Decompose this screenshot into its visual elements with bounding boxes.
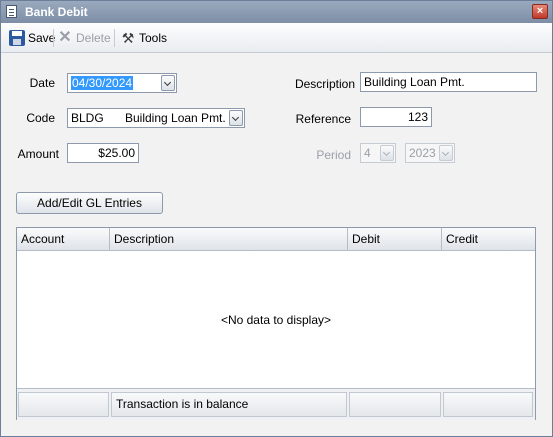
footer-status: Transaction is in balance [111, 392, 347, 417]
tools-label: Tools [139, 31, 168, 45]
column-header-credit[interactable]: Credit [442, 228, 535, 250]
period-label: Period [316, 148, 351, 162]
toolbar-separator [53, 29, 54, 47]
amount-label: Amount [17, 147, 59, 161]
column-header-debit[interactable]: Debit [348, 228, 442, 250]
chevron-down-icon[interactable] [229, 110, 243, 126]
save-button[interactable]: Save [9, 29, 55, 47]
period-month-select[interactable]: 4 [360, 143, 396, 163]
column-header-account[interactable]: Account [17, 228, 110, 250]
save-icon [9, 30, 25, 46]
code-value: BLDG [71, 111, 104, 125]
delete-label: Delete [76, 31, 111, 45]
save-label: Save [28, 31, 56, 45]
tools-icon: ⚒ [121, 30, 135, 46]
period-month-value: 4 [364, 146, 371, 160]
description-field[interactable]: Building Loan Pmt. [360, 72, 537, 92]
code-select[interactable]: BLDG Building Loan Pmt. [67, 108, 245, 128]
column-header-description[interactable]: Description [110, 228, 348, 250]
grid-header: Account Description Debit Credit [17, 228, 535, 251]
add-edit-gl-entries-button[interactable]: Add/Edit GL Entries [16, 192, 163, 214]
gl-entries-grid: Account Description Debit Credit <No dat… [16, 227, 536, 420]
date-field[interactable]: 04/30/2024 [67, 73, 177, 93]
date-value: 04/30/2024 [71, 76, 134, 90]
period-year-select[interactable]: 2023 [405, 143, 455, 163]
document-icon [6, 5, 17, 18]
bank-debit-window: Bank Debit × Save ✕ Delete ⚒ Tools Date … [0, 0, 553, 437]
toolbar-separator [114, 29, 115, 47]
window-title: Bank Debit [25, 5, 88, 19]
reference-label: Reference [295, 112, 351, 126]
chevron-down-icon[interactable] [380, 145, 394, 161]
footer-cell-debit [349, 392, 441, 417]
delete-icon: ✕ [58, 29, 72, 46]
description-label: Description [294, 77, 355, 91]
code-description: Building Loan Pmt. [125, 111, 226, 125]
tools-button[interactable]: ⚒ Tools [120, 29, 167, 47]
period-year-value: 2023 [409, 146, 436, 160]
amount-field[interactable]: $25.00 [67, 143, 139, 163]
title-bar: Bank Debit × [1, 1, 552, 23]
grid-footer: Transaction is in balance [17, 388, 535, 420]
delete-button[interactable]: ✕ Delete [57, 29, 111, 47]
footer-cell-credit [443, 392, 533, 417]
toolbar: Save ✕ Delete ⚒ Tools [1, 23, 552, 53]
date-label: Date [29, 76, 55, 90]
code-label: Code [26, 111, 55, 125]
chevron-down-icon[interactable] [161, 75, 175, 91]
footer-cell-account [18, 392, 109, 417]
empty-grid-message: <No data to display> [220, 313, 332, 327]
chevron-down-icon[interactable] [439, 145, 453, 161]
close-button[interactable]: × [532, 4, 548, 19]
reference-field[interactable]: 123 [360, 107, 432, 127]
